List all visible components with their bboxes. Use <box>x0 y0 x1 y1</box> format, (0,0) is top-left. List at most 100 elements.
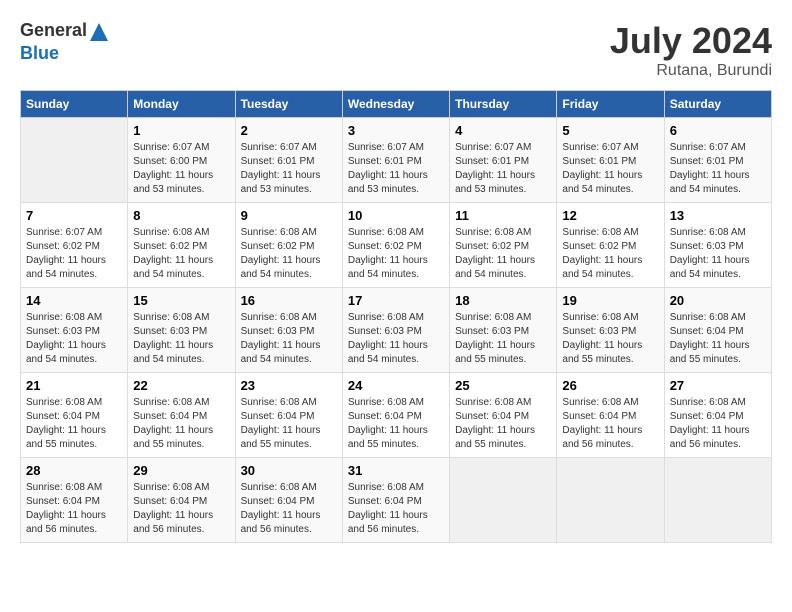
day-number: 10 <box>348 208 444 223</box>
calendar-week-row: 21 Sunrise: 6:08 AMSunset: 6:04 PMDayligh… <box>21 373 772 458</box>
weekday-header-monday: Monday <box>128 91 235 118</box>
day-number: 7 <box>26 208 122 223</box>
weekday-header-friday: Friday <box>557 91 664 118</box>
day-number: 2 <box>241 123 337 138</box>
calendar-cell: 29 Sunrise: 6:08 AMSunset: 6:04 PMDayligh… <box>128 458 235 543</box>
day-info: Sunrise: 6:08 AMSunset: 6:04 PMDaylight:… <box>670 311 766 367</box>
day-number: 31 <box>348 463 444 478</box>
calendar-cell: 25Sunrise: 6:08 AMSunset: 6:04 PMDayligh… <box>450 373 557 458</box>
logo: General Blue <box>20 20 111 64</box>
calendar-week-row: 7Sunrise: 6:07 AMSunset: 6:02 PMDaylight… <box>21 203 772 288</box>
day-number: 23 <box>241 378 337 393</box>
day-info: Sunrise: 6:08 AMSunset: 6:03 PMDaylight:… <box>241 311 337 367</box>
calendar-cell: 20 Sunrise: 6:08 AMSunset: 6:04 PMDayligh… <box>664 288 771 373</box>
weekday-header-saturday: Saturday <box>664 91 771 118</box>
day-number: 17 <box>348 293 444 308</box>
day-info: Sunrise: 6:08 AMSunset: 6:04 PMDaylight:… <box>26 481 122 537</box>
calendar-week-row: 1 Sunrise: 6:07 AMSunset: 6:00 PMDaylight… <box>21 118 772 203</box>
day-number: 18 <box>455 293 551 308</box>
day-info: Sunrise: 6:08 AMSunset: 6:03 PMDaylight:… <box>670 226 766 282</box>
day-number: 27 <box>670 378 766 393</box>
calendar-cell: 5Sunrise: 6:07 AMSunset: 6:01 PMDaylight… <box>557 118 664 203</box>
day-number: 3 <box>348 123 444 138</box>
calendar-cell: 6 Sunrise: 6:07 AMSunset: 6:01 PMDaylight… <box>664 118 771 203</box>
calendar-cell <box>21 118 128 203</box>
day-number: 11 <box>455 208 551 223</box>
calendar-cell: 23 Sunrise: 6:08 AMSunset: 6:04 PMDayligh… <box>235 373 342 458</box>
calendar-cell: 8 Sunrise: 6:08 AMSunset: 6:02 PMDaylight… <box>128 203 235 288</box>
day-info: Sunrise: 6:08 AMSunset: 6:02 PMDaylight:… <box>133 226 229 282</box>
calendar-cell: 27 Sunrise: 6:08 AMSunset: 6:04 PMDayligh… <box>664 373 771 458</box>
calendar-cell: 17 Sunrise: 6:08 AMSunset: 6:03 PMDayligh… <box>342 288 449 373</box>
weekday-header-thursday: Thursday <box>450 91 557 118</box>
calendar-cell: 24Sunrise: 6:08 AMSunset: 6:04 PMDayligh… <box>342 373 449 458</box>
calendar-cell: 13 Sunrise: 6:08 AMSunset: 6:03 PMDayligh… <box>664 203 771 288</box>
logo-blue: Blue <box>20 43 59 63</box>
calendar-cell: 7Sunrise: 6:07 AMSunset: 6:02 PMDaylight… <box>21 203 128 288</box>
weekday-header-wednesday: Wednesday <box>342 91 449 118</box>
day-info: Sunrise: 6:07 AMSunset: 6:01 PMDaylight:… <box>455 141 551 197</box>
day-info: Sunrise: 6:08 AMSunset: 6:04 PMDaylight:… <box>26 396 122 452</box>
day-number: 6 <box>670 123 766 138</box>
day-number: 22 <box>133 378 229 393</box>
calendar-cell: 16 Sunrise: 6:08 AMSunset: 6:03 PMDayligh… <box>235 288 342 373</box>
calendar-cell: 21 Sunrise: 6:08 AMSunset: 6:04 PMDayligh… <box>21 373 128 458</box>
weekday-header-tuesday: Tuesday <box>235 91 342 118</box>
day-info: Sunrise: 6:08 AMSunset: 6:04 PMDaylight:… <box>670 396 766 452</box>
day-number: 25 <box>455 378 551 393</box>
calendar-cell: 31 Sunrise: 6:08 AMSunset: 6:04 PMDayligh… <box>342 458 449 543</box>
day-number: 16 <box>241 293 337 308</box>
calendar-cell: 19Sunrise: 6:08 AMSunset: 6:03 PMDayligh… <box>557 288 664 373</box>
day-info: Sunrise: 6:08 AMSunset: 6:03 PMDaylight:… <box>348 311 444 367</box>
calendar-cell: 30Sunrise: 6:08 AMSunset: 6:04 PMDayligh… <box>235 458 342 543</box>
day-info: Sunrise: 6:08 AMSunset: 6:03 PMDaylight:… <box>133 311 229 367</box>
logo-text: General Blue <box>20 20 111 64</box>
calendar-week-row: 14Sunrise: 6:08 AMSunset: 6:03 PMDayligh… <box>21 288 772 373</box>
calendar-cell: 1 Sunrise: 6:07 AMSunset: 6:00 PMDaylight… <box>128 118 235 203</box>
calendar-cell <box>664 458 771 543</box>
day-info: Sunrise: 6:08 AMSunset: 6:02 PMDaylight:… <box>348 226 444 282</box>
day-info: Sunrise: 6:07 AMSunset: 6:01 PMDaylight:… <box>241 141 337 197</box>
day-number: 21 <box>26 378 122 393</box>
day-info: Sunrise: 6:07 AMSunset: 6:00 PMDaylight:… <box>133 141 229 197</box>
calendar-cell: 3 Sunrise: 6:07 AMSunset: 6:01 PMDaylight… <box>342 118 449 203</box>
day-number: 29 <box>133 463 229 478</box>
day-info: Sunrise: 6:07 AMSunset: 6:01 PMDaylight:… <box>348 141 444 197</box>
day-number: 28 <box>26 463 122 478</box>
calendar-cell: 18Sunrise: 6:08 AMSunset: 6:03 PMDayligh… <box>450 288 557 373</box>
day-info: Sunrise: 6:07 AMSunset: 6:01 PMDaylight:… <box>562 141 658 197</box>
day-info: Sunrise: 6:08 AMSunset: 6:03 PMDaylight:… <box>562 311 658 367</box>
calendar-cell <box>450 458 557 543</box>
day-number: 9 <box>241 208 337 223</box>
calendar-cell: 4 Sunrise: 6:07 AMSunset: 6:01 PMDaylight… <box>450 118 557 203</box>
logo-general: General <box>20 20 87 40</box>
day-number: 26 <box>562 378 658 393</box>
day-info: Sunrise: 6:08 AMSunset: 6:02 PMDaylight:… <box>455 226 551 282</box>
calendar-week-row: 28 Sunrise: 6:08 AMSunset: 6:04 PMDayligh… <box>21 458 772 543</box>
day-number: 20 <box>670 293 766 308</box>
day-info: Sunrise: 6:08 AMSunset: 6:04 PMDaylight:… <box>348 481 444 537</box>
day-number: 8 <box>133 208 229 223</box>
day-number: 4 <box>455 123 551 138</box>
day-number: 30 <box>241 463 337 478</box>
day-number: 12 <box>562 208 658 223</box>
calendar-cell: 26 Sunrise: 6:08 AMSunset: 6:04 PMDayligh… <box>557 373 664 458</box>
day-info: Sunrise: 6:08 AMSunset: 6:04 PMDaylight:… <box>562 396 658 452</box>
calendar-cell: 12Sunrise: 6:08 AMSunset: 6:02 PMDayligh… <box>557 203 664 288</box>
location-subtitle: Rutana, Burundi <box>610 62 772 80</box>
day-info: Sunrise: 6:08 AMSunset: 6:04 PMDaylight:… <box>133 396 229 452</box>
day-info: Sunrise: 6:08 AMSunset: 6:02 PMDaylight:… <box>241 226 337 282</box>
day-number: 13 <box>670 208 766 223</box>
day-info: Sunrise: 6:08 AMSunset: 6:04 PMDaylight:… <box>133 481 229 537</box>
calendar-cell: 10 Sunrise: 6:08 AMSunset: 6:02 PMDayligh… <box>342 203 449 288</box>
weekday-header-sunday: Sunday <box>21 91 128 118</box>
calendar-cell: 14Sunrise: 6:08 AMSunset: 6:03 PMDayligh… <box>21 288 128 373</box>
day-info: Sunrise: 6:08 AMSunset: 6:04 PMDaylight:… <box>241 396 337 452</box>
calendar-cell: 11 Sunrise: 6:08 AMSunset: 6:02 PMDayligh… <box>450 203 557 288</box>
day-number: 1 <box>133 123 229 138</box>
day-info: Sunrise: 6:07 AMSunset: 6:01 PMDaylight:… <box>670 141 766 197</box>
title-block: July 2024 Rutana, Burundi <box>610 20 772 80</box>
weekday-header-row: SundayMondayTuesdayWednesdayThursdayFrid… <box>21 91 772 118</box>
day-info: Sunrise: 6:08 AMSunset: 6:03 PMDaylight:… <box>26 311 122 367</box>
month-year-title: July 2024 <box>610 20 772 62</box>
